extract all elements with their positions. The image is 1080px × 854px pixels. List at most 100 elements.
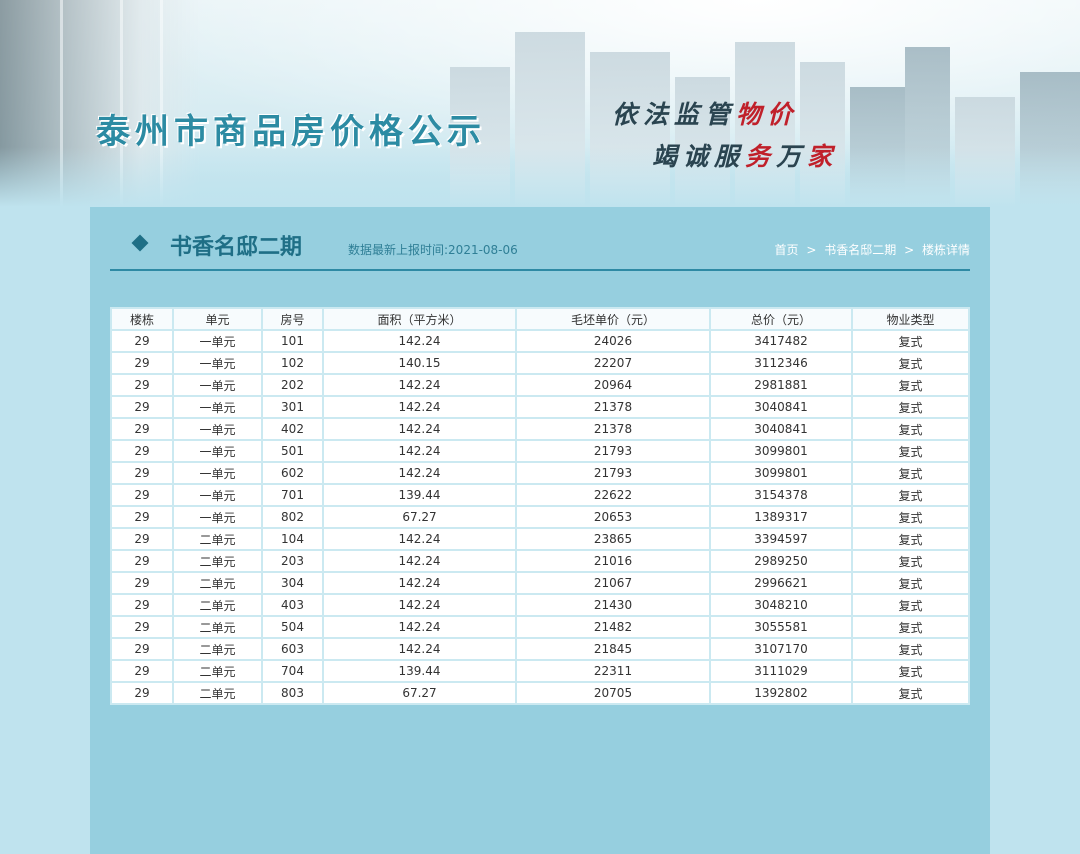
cell-area: 142.24 [324, 375, 515, 395]
cell-area: 142.24 [324, 419, 515, 439]
column-header-area: 面积（平方米） [324, 309, 515, 329]
table-row: 29 二单元 803 67.27 20705 1392802 复式 [112, 683, 968, 703]
table-row: 29 二单元 504 142.24 21482 3055581 复式 [112, 617, 968, 637]
cell-room: 403 [263, 595, 322, 615]
cell-area: 142.24 [324, 595, 515, 615]
cell-unit: 一单元 [174, 419, 261, 439]
cell-room: 102 [263, 353, 322, 373]
cell-area: 142.24 [324, 639, 515, 659]
column-header-building: 楼栋 [112, 309, 172, 329]
cell-property-type: 复式 [853, 639, 968, 659]
cell-unit: 一单元 [174, 463, 261, 483]
cell-unit-price: 20705 [517, 683, 709, 703]
cell-area: 142.24 [324, 331, 515, 351]
cell-total-price: 2981881 [711, 375, 851, 395]
project-title: 书香名邸二期 [170, 235, 303, 260]
cell-total-price: 3040841 [711, 419, 851, 439]
cell-building: 29 [112, 683, 172, 703]
cell-total-price: 3394597 [711, 529, 851, 549]
cell-total-price: 2989250 [711, 551, 851, 571]
report-time: 数据最新上报时间:2021-08-06 [348, 243, 518, 257]
cell-unit-price: 21793 [517, 441, 709, 461]
cell-property-type: 复式 [853, 551, 968, 571]
table-row: 29 一单元 701 139.44 22622 3154378 复式 [112, 485, 968, 505]
cell-building: 29 [112, 573, 172, 593]
cell-unit-price: 22207 [517, 353, 709, 373]
column-header-unit-price: 毛坯单价（元） [517, 309, 709, 329]
cell-room: 701 [263, 485, 322, 505]
cell-unit: 一单元 [174, 397, 261, 417]
cell-property-type: 复式 [853, 683, 968, 703]
table-row: 29 一单元 102 140.15 22207 3112346 复式 [112, 353, 968, 373]
cell-unit-price: 21793 [517, 463, 709, 483]
cell-unit: 二单元 [174, 595, 261, 615]
table-row: 29 一单元 202 142.24 20964 2981881 复式 [112, 375, 968, 395]
cell-unit: 二单元 [174, 683, 261, 703]
cell-unit: 一单元 [174, 353, 261, 373]
cell-total-price: 1392802 [711, 683, 851, 703]
cell-building: 29 [112, 441, 172, 461]
cell-room: 603 [263, 639, 322, 659]
cell-room: 202 [263, 375, 322, 395]
cell-total-price: 3040841 [711, 397, 851, 417]
column-header-room: 房号 [263, 309, 322, 329]
cell-total-price: 3154378 [711, 485, 851, 505]
table-row: 29 一单元 301 142.24 21378 3040841 复式 [112, 397, 968, 417]
table-row: 29 二单元 304 142.24 21067 2996621 复式 [112, 573, 968, 593]
cell-unit-price: 22311 [517, 661, 709, 681]
cell-building: 29 [112, 639, 172, 659]
cell-room: 704 [263, 661, 322, 681]
cell-room: 602 [263, 463, 322, 483]
breadcrumb-project-link[interactable]: 书香名邸二期 [824, 243, 896, 257]
cell-unit: 二单元 [174, 573, 261, 593]
table-row: 29 一单元 802 67.27 20653 1389317 复式 [112, 507, 968, 527]
table-row: 29 一单元 101 142.24 24026 3417482 复式 [112, 331, 968, 351]
cell-total-price: 3048210 [711, 595, 851, 615]
cell-property-type: 复式 [853, 463, 968, 483]
breadcrumb-home-link[interactable]: 首页 [775, 243, 799, 257]
table-row: 29 一单元 402 142.24 21378 3040841 复式 [112, 419, 968, 439]
cell-property-type: 复式 [853, 441, 968, 461]
cell-room: 802 [263, 507, 322, 527]
cell-property-type: 复式 [853, 573, 968, 593]
cell-room: 803 [263, 683, 322, 703]
cell-total-price: 3417482 [711, 331, 851, 351]
table-row: 29 一单元 501 142.24 21793 3099801 复式 [112, 441, 968, 461]
cell-room: 101 [263, 331, 322, 351]
cell-property-type: 复式 [853, 375, 968, 395]
slogan-line2: 竭诚服务万家 [652, 142, 839, 171]
cell-total-price: 3107170 [711, 639, 851, 659]
breadcrumb-current: 楼栋详情 [921, 243, 970, 257]
cell-total-price: 3111029 [711, 661, 851, 681]
cell-total-price: 1389317 [711, 507, 851, 527]
cell-unit-price: 20964 [517, 375, 709, 395]
cell-room: 104 [263, 529, 322, 549]
cell-unit: 二单元 [174, 639, 261, 659]
project-header: 书香名邸二期 数据最新上报时间:2021-08-06 首页 > 书香名邸二期 >… [110, 227, 970, 271]
cell-total-price: 3099801 [711, 463, 851, 483]
cell-unit: 二单元 [174, 661, 261, 681]
cell-room: 203 [263, 551, 322, 571]
diamond-icon [131, 234, 149, 252]
cell-property-type: 复式 [853, 617, 968, 637]
cell-building: 29 [112, 419, 172, 439]
cell-building: 29 [112, 617, 172, 637]
slogan-line1: 依法监管物价 [612, 100, 799, 129]
cell-property-type: 复式 [853, 419, 968, 439]
cell-unit-price: 21482 [517, 617, 709, 637]
cell-unit: 一单元 [174, 507, 261, 527]
cell-area: 142.24 [324, 463, 515, 483]
table-body: 29 一单元 101 142.24 24026 3417482 复式 29 一单元 102 140.… [112, 331, 968, 703]
cell-building: 29 [112, 463, 172, 483]
cell-room: 501 [263, 441, 322, 461]
cell-unit: 一单元 [174, 375, 261, 395]
price-table-wrapper: 楼栋 单元 房号 面积（平方米） 毛坯单价（元） 总价（元） 物业类型 29 一单… [110, 307, 970, 705]
cell-unit-price: 21430 [517, 595, 709, 615]
cell-building: 29 [112, 353, 172, 373]
cell-area: 67.27 [324, 683, 515, 703]
content-panel: 书香名邸二期 数据最新上报时间:2021-08-06 首页 > 书香名邸二期 >… [90, 207, 990, 854]
breadcrumb-separator: > [806, 243, 817, 257]
cell-building: 29 [112, 485, 172, 505]
cell-room: 402 [263, 419, 322, 439]
cell-property-type: 复式 [853, 529, 968, 549]
